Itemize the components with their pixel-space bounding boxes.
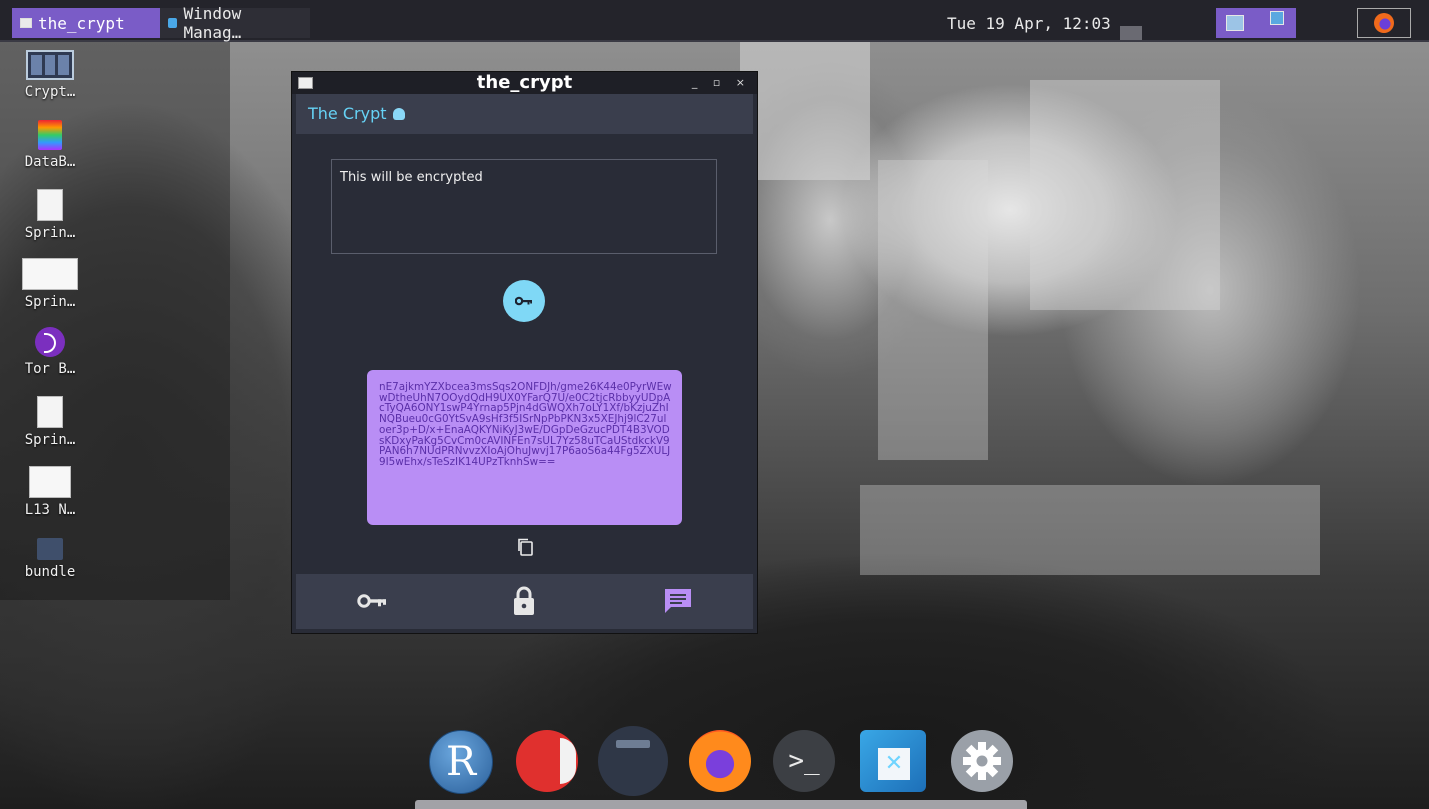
window-manager-icon [168, 18, 178, 28]
desktop-icon-l13[interactable]: L13 N… [14, 466, 86, 518]
top-panel: the_crypt Window Manag… Tue 19 Apr, 12:0… [0, 0, 1429, 42]
document-wide-icon [22, 258, 78, 290]
document-icon [37, 396, 63, 428]
workspace-switcher[interactable] [1216, 8, 1296, 38]
tray-firefox-button[interactable] [1357, 8, 1411, 38]
folder-icon [37, 538, 63, 560]
dock-firefox[interactable] [689, 730, 751, 792]
workspace-1-icon[interactable] [1226, 15, 1244, 31]
desktop-icon-label: L13 N… [24, 502, 76, 518]
dock-shelf [415, 800, 1027, 809]
document-wide-icon [29, 466, 71, 498]
key-icon [515, 296, 532, 306]
dock-r-app[interactable]: R [429, 730, 493, 794]
key-icon [357, 594, 386, 608]
firefox-icon [1374, 13, 1394, 33]
dock-window-manager[interactable] [860, 730, 926, 792]
desktop-icon-label: Tor B… [24, 361, 76, 377]
the-crypt-window: the_crypt _ ▫ × The Crypt This will be e… [291, 71, 758, 634]
desktop-icon-label: Sprin… [24, 225, 76, 241]
desktop-icon-crypt[interactable]: Crypt… [14, 50, 86, 100]
nav-messages[interactable] [661, 586, 695, 616]
taskbar-task-label: Window Manag… [183, 4, 242, 42]
document-icon [37, 189, 63, 221]
tor-browser-icon [35, 327, 65, 357]
app-header: The Crypt [296, 94, 753, 134]
dock-terminal[interactable]: >_ [773, 730, 835, 792]
taskbar-task-label: the_crypt [38, 13, 125, 33]
window-controls[interactable]: _ ▫ × [692, 72, 751, 94]
dock-settings[interactable] [951, 730, 1013, 792]
app-title: The Crypt [308, 104, 387, 123]
message-icon [665, 589, 691, 613]
workspace-2-icon[interactable] [1270, 11, 1284, 25]
window-menu-icon[interactable] [298, 77, 313, 89]
window-titlebar[interactable]: the_crypt _ ▫ × [292, 72, 757, 94]
app-grid-icon [26, 50, 74, 80]
nav-keys[interactable] [355, 586, 389, 616]
copy-icon[interactable] [516, 537, 534, 557]
desktop-icon-tor-browser[interactable]: Tor B… [14, 327, 86, 377]
panel-separator [1120, 26, 1142, 40]
nav-encrypt[interactable] [507, 586, 541, 616]
settings-icon [963, 742, 1001, 780]
dock-pdf-reader[interactable] [516, 730, 578, 792]
lock-icon [514, 586, 534, 615]
desktop-icon-label: Sprin… [24, 432, 76, 448]
desktop-icon-spring-1[interactable]: Sprin… [14, 189, 86, 241]
bottom-navigation [296, 574, 753, 629]
desktop-icon-label: Sprin… [24, 294, 76, 310]
database-app-icon [38, 120, 62, 150]
desktop-icon-label: Crypt… [24, 84, 76, 100]
wallpaper-sign [878, 160, 988, 460]
dock-file-manager[interactable] [598, 726, 668, 796]
skull-icon [392, 108, 405, 120]
ciphertext-output[interactable]: nE7ajkmYZXbcea3msSqs2ONFDJh/gme26K44e0Py… [367, 370, 682, 525]
plaintext-input[interactable]: This will be encrypted [331, 159, 717, 254]
taskbar-task-window-manager[interactable]: Window Manag… [160, 4, 310, 42]
desktop-icon-label: bundle [24, 564, 76, 580]
desktop-icon-bundle[interactable]: bundle [14, 532, 86, 580]
desktop-icon-spring-2[interactable]: Sprin… [14, 258, 86, 310]
desktop-icon-label: DataB… [24, 154, 76, 170]
window-icon [20, 18, 32, 28]
taskbar-task-the-crypt[interactable]: the_crypt [12, 8, 162, 38]
wallpaper-truck [860, 485, 1320, 575]
window-title: the_crypt [476, 72, 573, 93]
desktop-icon-spring-3[interactable]: Sprin… [14, 396, 86, 448]
wallpaper-billboard [740, 40, 870, 180]
desktop-icon-database[interactable]: DataB… [14, 120, 86, 170]
encrypt-button[interactable] [503, 280, 545, 322]
clock[interactable]: Tue 19 Apr, 12:03 [947, 14, 1111, 33]
wallpaper-billboard [1030, 80, 1220, 310]
